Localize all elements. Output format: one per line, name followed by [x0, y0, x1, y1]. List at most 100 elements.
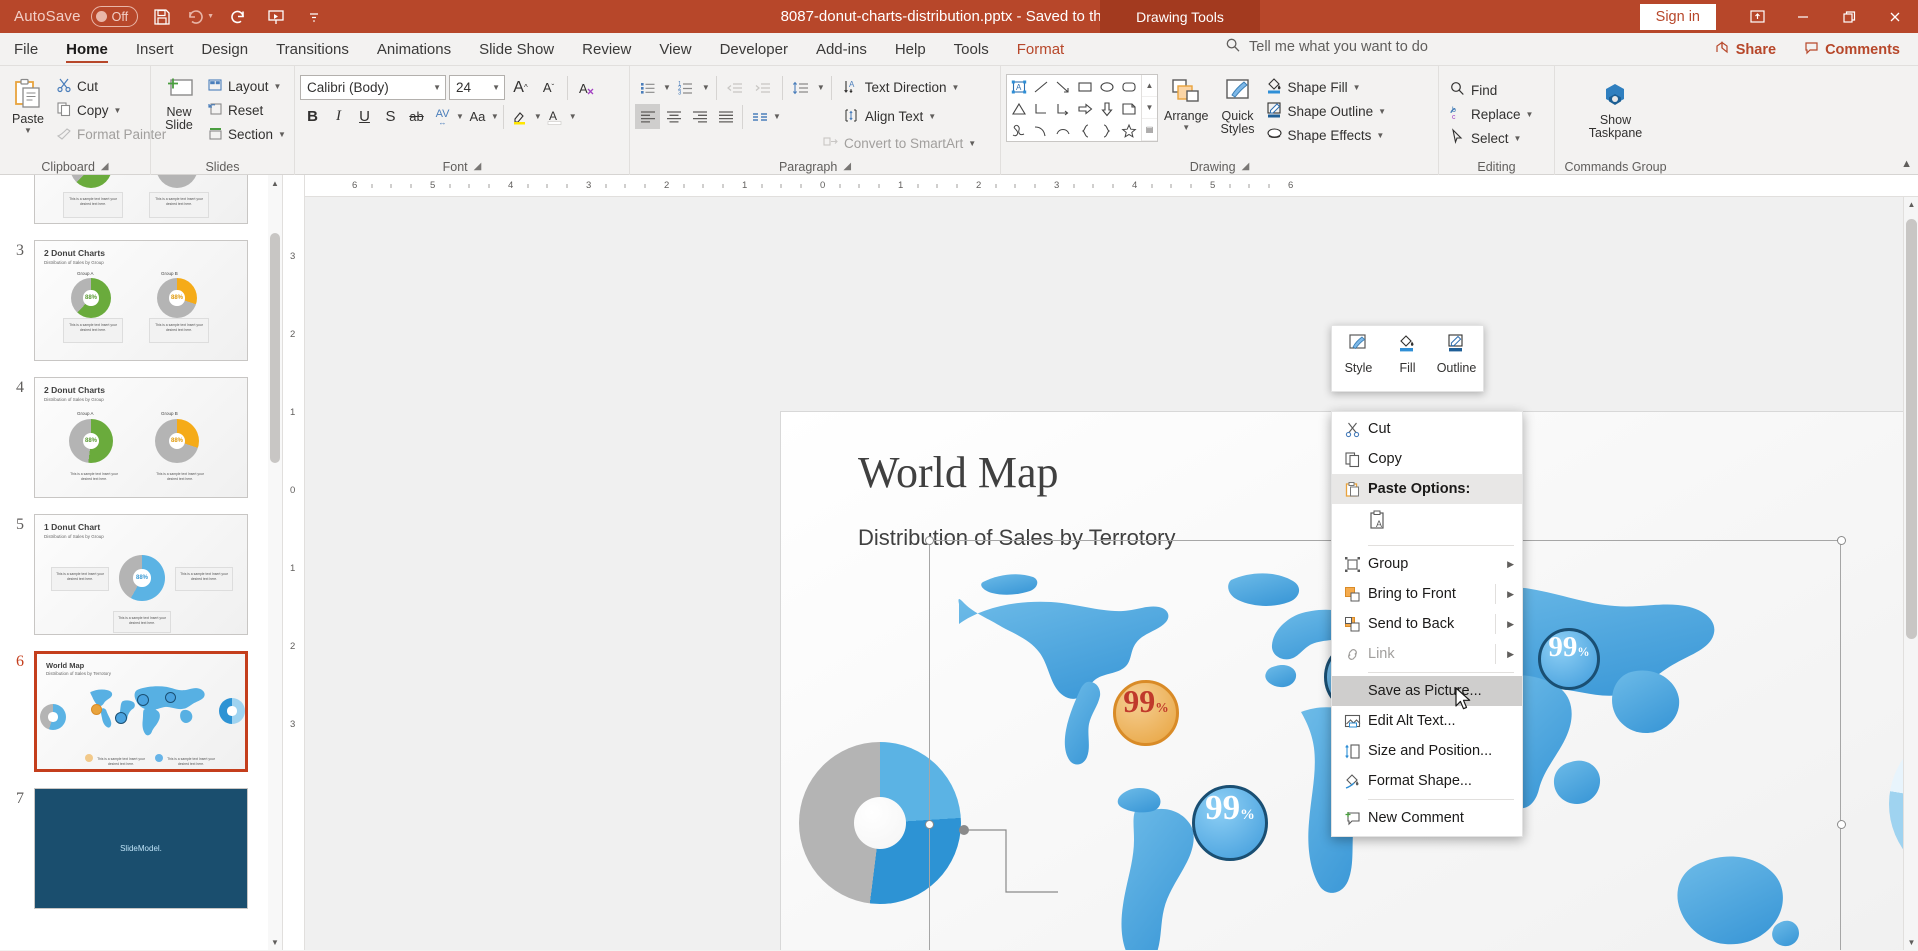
- layout-button[interactable]: Layout ▼: [202, 74, 291, 98]
- shape-rectangle[interactable]: [1074, 76, 1096, 98]
- line-spacing-caret-icon[interactable]: ▼: [817, 83, 825, 92]
- font-name-caret-icon[interactable]: ▼: [433, 83, 441, 92]
- gallery-scroll-down-icon[interactable]: ▼: [1142, 97, 1157, 119]
- shape-textbox[interactable]: A: [1008, 76, 1030, 98]
- context-menu-item-send-to-back[interactable]: Send to Back ▶: [1332, 609, 1522, 639]
- save-icon[interactable]: [148, 3, 176, 31]
- new-slide-button[interactable]: New Slide: [156, 72, 202, 135]
- context-menu-item-bring-to-front[interactable]: Bring to Front ▶: [1332, 579, 1522, 609]
- shape-triangle[interactable]: [1008, 98, 1030, 120]
- shape-elbow-connector[interactable]: [1030, 98, 1052, 120]
- ribbon-display-options-icon[interactable]: [1734, 0, 1780, 33]
- reset-button[interactable]: Reset: [202, 98, 291, 122]
- thumb-scroll-down-icon[interactable]: ▼: [268, 934, 282, 950]
- share-button[interactable]: Share: [1705, 36, 1786, 63]
- copy-caret-icon[interactable]: ▼: [114, 106, 122, 115]
- shape-curve[interactable]: [1030, 120, 1052, 142]
- tab-file[interactable]: File: [0, 36, 52, 65]
- autosave-toggle[interactable]: Off: [91, 6, 138, 27]
- arrange-caret-icon[interactable]: ▼: [1182, 123, 1190, 132]
- highlight-caret-icon[interactable]: ▼: [534, 112, 542, 121]
- thumbnail-slide-4[interactable]: 4 2 Donut Charts Distribution of Sales b…: [0, 369, 282, 506]
- sign-in-button[interactable]: Sign in: [1640, 4, 1716, 30]
- tab-format[interactable]: Format: [1003, 36, 1079, 65]
- show-taskpane-button[interactable]: Show Taskpane: [1583, 72, 1649, 143]
- close-icon[interactable]: [1872, 0, 1918, 33]
- shape-effects-caret-icon[interactable]: ▼: [1376, 131, 1384, 140]
- line-spacing-button[interactable]: [789, 75, 814, 100]
- paragraph-dialog-launcher[interactable]: ◢: [843, 161, 851, 172]
- text-shadow-button[interactable]: S: [378, 104, 403, 129]
- thumb-scroll-thumb[interactable]: [270, 233, 280, 463]
- minimize-icon[interactable]: [1780, 0, 1826, 33]
- shape-right-brace[interactable]: [1096, 120, 1118, 142]
- shape-fill-caret-icon[interactable]: ▼: [1353, 83, 1361, 92]
- justify-button[interactable]: [713, 104, 738, 129]
- quick-styles-button[interactable]: Quick Styles: [1214, 72, 1260, 139]
- font-dialog-launcher[interactable]: ◢: [474, 161, 482, 172]
- context-menu-item-size-and-position[interactable]: Size and Position...: [1332, 736, 1522, 766]
- shape-outline-button[interactable]: Shape Outline ▼: [1261, 99, 1391, 123]
- italic-button[interactable]: I: [326, 104, 351, 129]
- context-menu-item-save-as-picture[interactable]: Save as Picture...: [1332, 676, 1522, 706]
- shape-oval[interactable]: [1096, 76, 1118, 98]
- collapse-ribbon-icon[interactable]: ▲: [1901, 158, 1912, 170]
- context-menu-item-copy[interactable]: Copy: [1332, 444, 1522, 474]
- tab-insert[interactable]: Insert: [122, 36, 188, 65]
- align-left-button[interactable]: [635, 104, 660, 129]
- character-spacing-caret-icon[interactable]: ▼: [456, 112, 464, 121]
- shape-right-arrow[interactable]: [1074, 98, 1096, 120]
- shape-rounded-rectangle[interactable]: [1118, 76, 1140, 98]
- shapes-gallery[interactable]: A: [1006, 74, 1158, 142]
- clear-formatting-button[interactable]: A: [574, 75, 599, 100]
- customize-qat-icon[interactable]: [300, 3, 328, 31]
- thumbnail-slide-7[interactable]: 7 SlideModel.: [0, 780, 282, 917]
- tab-tools[interactable]: Tools: [940, 36, 1003, 65]
- context-menu-item-edit-alt-text[interactable]: Edit Alt Text...: [1332, 706, 1522, 736]
- thumbnail-slide-3[interactable]: 3 2 Donut Charts Distribution of Sales b…: [0, 232, 282, 369]
- context-menu[interactable]: Cut Copy Paste Options: A Group ▶ Bring …: [1331, 411, 1523, 837]
- tab-animations[interactable]: Animations: [363, 36, 465, 65]
- thumbnail-scrollbar[interactable]: ▲ ▼: [268, 175, 282, 950]
- slide-editing-area[interactable]: 6 5 4 3 2 1 0 1 2 3 4 5 6 3 2 1 0 1: [283, 175, 1918, 950]
- context-menu-item-format-shape[interactable]: Format Shape...: [1332, 766, 1522, 796]
- map-marker-blue-asia[interactable]: 99%: [1538, 628, 1600, 690]
- slide-scroll-up-icon[interactable]: ▲: [1904, 197, 1918, 212]
- thumbnail-slide-5[interactable]: 5 1 Donut Chart Distribution of Sales by…: [0, 506, 282, 643]
- tab-view[interactable]: View: [645, 36, 705, 65]
- text-direction-button[interactable]: A Text Direction ▼: [838, 76, 965, 100]
- gallery-more-icon[interactable]: ▤: [1142, 119, 1157, 141]
- bullets-caret-icon[interactable]: ▼: [663, 83, 671, 92]
- find-button[interactable]: Find: [1444, 78, 1538, 102]
- shape-line[interactable]: [1030, 76, 1052, 98]
- columns-caret-icon[interactable]: ▼: [773, 112, 781, 121]
- tab-home[interactable]: Home: [52, 36, 122, 65]
- character-spacing-button[interactable]: AV ↔: [430, 104, 455, 129]
- mini-toolbar[interactable]: Style Fill Outline: [1331, 325, 1484, 392]
- text-highlight-button[interactable]: [508, 104, 533, 129]
- select-button[interactable]: Select ▼: [1444, 126, 1538, 150]
- align-center-button[interactable]: [661, 104, 686, 129]
- tab-developer[interactable]: Developer: [706, 36, 802, 65]
- tab-design[interactable]: Design: [187, 36, 262, 65]
- clipboard-dialog-launcher[interactable]: ◢: [101, 161, 109, 172]
- slide-scroll-down-icon[interactable]: ▼: [1904, 935, 1918, 950]
- selection-handle-middle-right[interactable]: [1837, 820, 1846, 829]
- font-color-button[interactable]: A: [543, 104, 568, 129]
- drawing-dialog-launcher[interactable]: ◢: [1242, 161, 1250, 172]
- restore-icon[interactable]: [1826, 0, 1872, 33]
- text-direction-caret-icon[interactable]: ▼: [952, 83, 960, 92]
- change-case-button[interactable]: Aa: [465, 104, 490, 129]
- mini-toolbar-fill-button[interactable]: Fill: [1383, 330, 1432, 375]
- font-size-caret-icon[interactable]: ▼: [492, 83, 500, 92]
- redo-icon[interactable]: [224, 3, 252, 31]
- numbering-button[interactable]: 123: [674, 75, 699, 100]
- mini-toolbar-outline-button[interactable]: Outline: [1432, 330, 1481, 375]
- slide-scroll-thumb[interactable]: [1906, 219, 1917, 639]
- tab-transitions[interactable]: Transitions: [262, 36, 363, 65]
- align-text-button[interactable]: Align Text ▼: [838, 105, 941, 129]
- bold-button[interactable]: B: [300, 104, 325, 129]
- selection-handle-top-right[interactable]: [1837, 536, 1846, 545]
- shape-down-arrow[interactable]: [1096, 98, 1118, 120]
- shape-folded-corner[interactable]: [1118, 98, 1140, 120]
